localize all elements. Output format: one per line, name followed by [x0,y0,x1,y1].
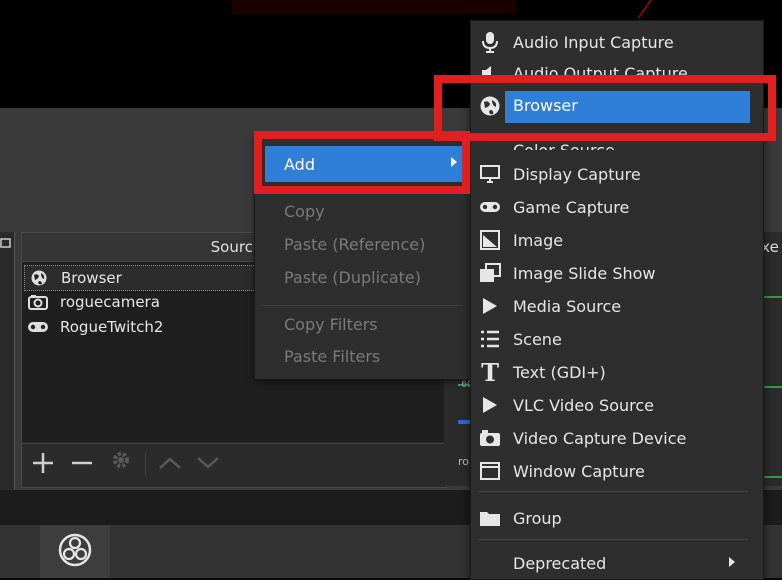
gamepad-icon [26,318,50,336]
play-icon [477,394,503,416]
remove-source-button[interactable] [67,448,97,478]
scenes-dock [0,232,15,490]
folder-icon [477,507,503,529]
submenu-item-game-capture[interactable]: Game Capture [477,192,757,222]
submenu-item-label: Color Source [513,141,615,150]
menu-item-paste-filters[interactable]: Paste Filters [284,344,380,368]
camera-icon [477,427,503,449]
source-item-roguetwitch2[interactable]: RogueTwitch2 [24,315,254,339]
add-source-button[interactable] [28,448,58,478]
chevron-up-icon [158,451,182,476]
obs-logo-button[interactable] [40,525,110,578]
list-icon [477,328,503,350]
mixer-channel-name: ro [458,455,470,468]
move-up-button[interactable] [155,448,185,478]
submenu-item-label: Video Capture Device [513,428,687,448]
submenu-item-image[interactable]: Image [477,225,757,255]
submenu-item-audio-input-capture[interactable]: Audio Input Capture [477,27,757,57]
monitor-icon [477,163,503,185]
microphone-icon [477,31,503,53]
gear-icon [110,449,132,477]
source-item-roguecamera[interactable]: roguecamera [24,290,254,314]
menu-divider [478,539,748,540]
menu-divider [262,305,462,306]
submenu-item-text-gdi[interactable]: T Text (GDI+) [477,357,757,387]
annotation-highlight-browser [434,75,776,141]
source-item-browser[interactable]: Browser [24,265,256,291]
gamepad-icon [477,196,503,218]
move-down-button[interactable] [193,448,223,478]
source-name: Browser [61,269,122,287]
submenu-item-label: Text (GDI+) [513,362,606,382]
blank-icon [477,552,503,574]
submenu-item-label: Deprecated [513,553,607,573]
menu-item-paste-duplicate[interactable]: Paste (Duplicate) [284,265,421,289]
speaker-icon [477,62,503,76]
menu-item-copy-filters[interactable]: Copy Filters [284,312,378,336]
chevron-right-icon [729,557,735,567]
toolbar-divider [145,452,146,476]
dock-float-icon[interactable] [0,237,12,249]
preview-content [232,0,517,14]
globe-icon [27,269,51,287]
submenu-item-display-capture[interactable]: Display Capture [477,159,757,189]
window-icon [477,460,503,482]
submenu-item-label: Game Capture [513,197,630,217]
submenu-item-video-capture-device[interactable]: Video Capture Device [477,423,757,453]
slideshow-icon [477,262,503,284]
camera-icon [26,293,50,311]
submenu-item-scene[interactable]: Scene [477,324,757,354]
text-icon: T [481,357,499,387]
submenu-item-media-source[interactable]: Media Source [477,291,757,321]
submenu-item-label: Image [513,230,564,250]
submenu-item-label: Media Source [513,296,622,316]
submenu-item-label: Audio Input Capture [513,32,674,52]
obs-logo-icon [58,533,92,571]
submenu-item-window-capture[interactable]: Window Capture [477,456,757,486]
source-properties-button[interactable] [106,448,136,478]
submenu-item-label: Scene [513,329,562,349]
submenu-item-label: Image Slide Show [513,263,656,283]
source-name: RogueTwitch2 [60,318,164,336]
image-icon [477,229,503,251]
play-icon [477,295,503,317]
source-name: roguecamera [60,293,160,311]
submenu-item-label: Group [513,508,562,528]
chevron-down-icon [196,451,220,476]
submenu-item-image-slide-show[interactable]: Image Slide Show [477,258,757,288]
submenu-item-label: VLC Video Source [513,395,654,415]
menu-divider [478,491,748,492]
menu-item-paste-reference[interactable]: Paste (Reference) [284,232,425,256]
submenu-item-vlc-video-source[interactable]: VLC Video Source [477,390,757,420]
submenu-item-deprecated[interactable]: Deprecated [477,548,757,578]
menu-item-copy[interactable]: Copy [284,199,325,223]
submenu-item-label: Display Capture [513,164,641,184]
submenu-item-audio-output-capture[interactable]: Audio Output Capture [477,60,757,76]
submenu-item-group[interactable]: Group [477,503,757,533]
submenu-item-label: Window Capture [513,461,645,481]
